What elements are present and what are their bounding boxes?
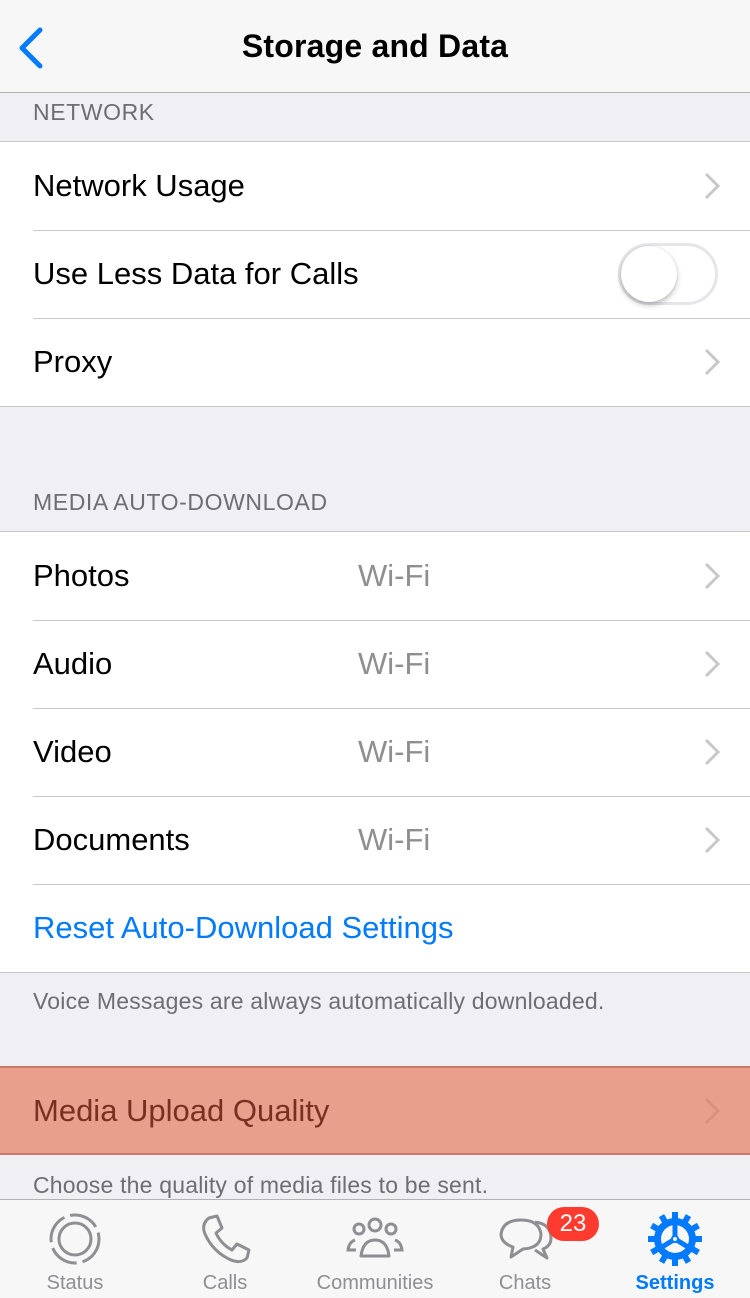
- row-label: Media Upload Quality: [33, 1093, 330, 1128]
- audio-row[interactable]: Audio Wi-Fi: [0, 620, 750, 708]
- reset-auto-download-button[interactable]: Reset Auto-Download Settings: [0, 884, 750, 972]
- network-usage-row[interactable]: Network Usage: [0, 142, 750, 230]
- reset-auto-download-label: Reset Auto-Download Settings: [33, 910, 454, 945]
- use-less-data-toggle[interactable]: [618, 243, 718, 305]
- gear-icon: [648, 1212, 702, 1266]
- video-row[interactable]: Video Wi-Fi: [0, 708, 750, 796]
- row-label: Audio: [33, 646, 113, 681]
- use-less-data-row: Use Less Data for Calls: [0, 230, 750, 318]
- phone-icon: [202, 1214, 251, 1264]
- photos-row[interactable]: Photos Wi-Fi: [0, 532, 750, 620]
- tab-status[interactable]: Status: [0, 1200, 150, 1298]
- row-label: Network Usage: [33, 168, 245, 203]
- tab-label: Calls: [202, 1272, 248, 1294]
- tab-communities[interactable]: Communities: [300, 1200, 450, 1298]
- chevron-right-icon: [704, 826, 720, 854]
- media-auto-download-group: Photos Wi-Fi Audio Wi-Fi Video Wi-Fi Doc…: [0, 531, 750, 973]
- tab-label: Status: [46, 1272, 104, 1294]
- chevron-right-icon: [704, 738, 720, 766]
- toggle-knob: [621, 246, 677, 302]
- chats-unread-badge: 23: [547, 1207, 599, 1241]
- row-label: Documents: [33, 822, 190, 857]
- row-label: Photos: [33, 558, 130, 593]
- section-header-media-auto-download: MEDIA AUTO-DOWNLOAD: [33, 489, 328, 515]
- communities-icon: [346, 1217, 404, 1258]
- page-title: Storage and Data: [241, 28, 509, 64]
- chevron-right-icon: [704, 650, 720, 678]
- media-upload-quality-row[interactable]: Media Upload Quality: [0, 1066, 750, 1155]
- tab-settings[interactable]: Settings: [600, 1200, 750, 1298]
- media-upload-note: Choose the quality of media files to be …: [33, 1172, 489, 1198]
- row-value: Wi-Fi: [358, 558, 431, 593]
- chevron-right-icon: [704, 562, 720, 590]
- tab-label: Chats: [498, 1272, 552, 1294]
- tab-bar: Status Calls Communities Chats Settings: [0, 1199, 750, 1298]
- voice-messages-note: Voice Messages are always automatically …: [33, 988, 605, 1014]
- chevron-right-icon: [704, 348, 720, 376]
- chevron-right-icon: [704, 1097, 720, 1125]
- chat-bubbles-icon: [499, 1218, 553, 1260]
- status-icon: [49, 1213, 101, 1265]
- row-value: Wi-Fi: [358, 734, 431, 769]
- navigation-bar: Storage and Data: [0, 0, 750, 93]
- row-label: Video: [33, 734, 112, 769]
- row-label: Use Less Data for Calls: [33, 256, 359, 291]
- proxy-row[interactable]: Proxy: [0, 318, 750, 406]
- tab-label: Communities: [316, 1272, 434, 1294]
- tab-label: Settings: [635, 1272, 715, 1294]
- section-header-network: NETWORK: [33, 99, 155, 125]
- tab-calls[interactable]: Calls: [150, 1200, 300, 1298]
- documents-row[interactable]: Documents Wi-Fi: [0, 796, 750, 884]
- row-value: Wi-Fi: [358, 646, 431, 681]
- chevron-right-icon: [704, 172, 720, 200]
- row-label: Proxy: [33, 344, 113, 379]
- row-value: Wi-Fi: [358, 822, 431, 857]
- network-group: Network Usage Use Less Data for Calls Pr…: [0, 141, 750, 407]
